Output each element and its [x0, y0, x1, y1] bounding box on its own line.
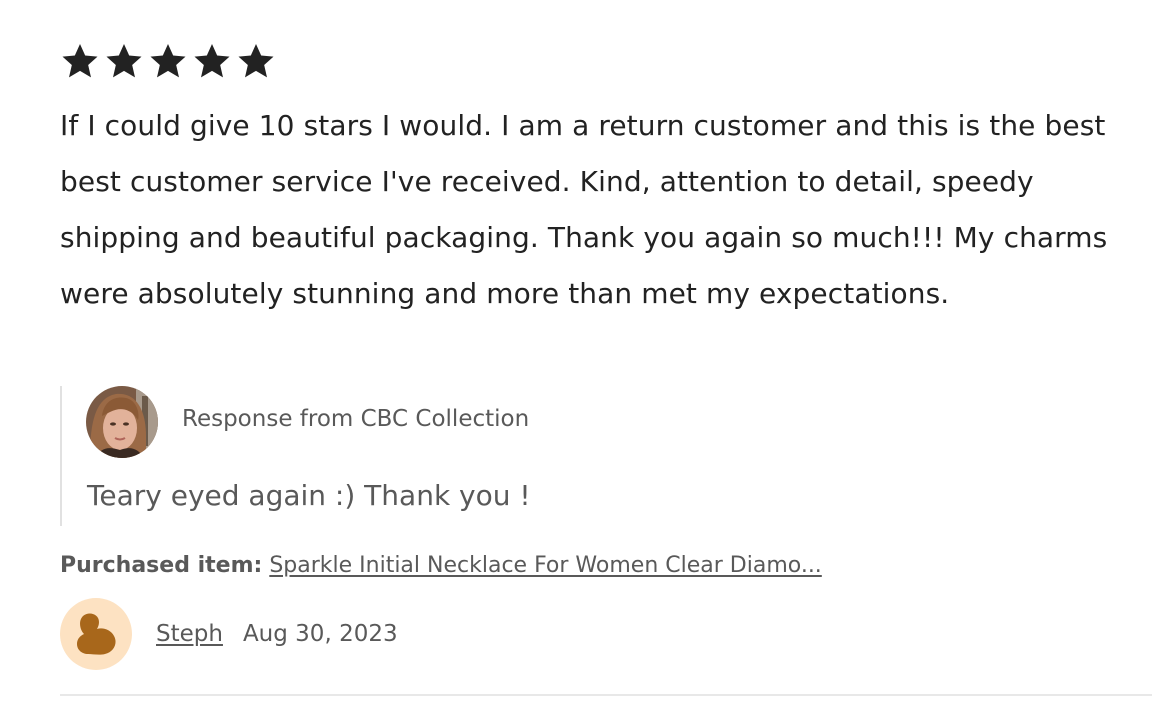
star-icon	[194, 44, 230, 78]
seller-response: Response from CBC Collection Teary eyed …	[60, 386, 882, 526]
seller-avatar-photo	[86, 386, 158, 458]
divider	[60, 694, 1152, 696]
review-date: Aug 30, 2023	[242, 621, 398, 647]
review-text: If I could give 10 stars I would. I am a…	[60, 109, 1108, 310]
response-text: Teary eyed again :) Thank you !	[87, 479, 531, 512]
seller-avatar	[86, 386, 158, 458]
star-icon	[106, 44, 142, 78]
review-card: If I could give 10 stars I would. I am a…	[60, 40, 1152, 696]
default-user-avatar-icon	[77, 613, 116, 655]
star-rating	[60, 40, 1140, 82]
reviewer-name-link[interactable]: Steph	[156, 621, 223, 647]
purchased-item-label: Purchased item:	[60, 553, 263, 578]
reviewer-info: Steph Aug 30, 2023	[60, 598, 398, 670]
response-from-label: Response from CBC Collection	[182, 406, 530, 432]
reviewer-avatar	[60, 598, 132, 670]
purchased-item: Purchased item: Sparkle Initial Necklace…	[60, 553, 822, 578]
star-icon	[150, 44, 186, 78]
purchased-item-link[interactable]: Sparkle Initial Necklace For Women Clear…	[269, 553, 822, 578]
star-icon	[62, 44, 98, 78]
star-icon	[238, 44, 274, 78]
